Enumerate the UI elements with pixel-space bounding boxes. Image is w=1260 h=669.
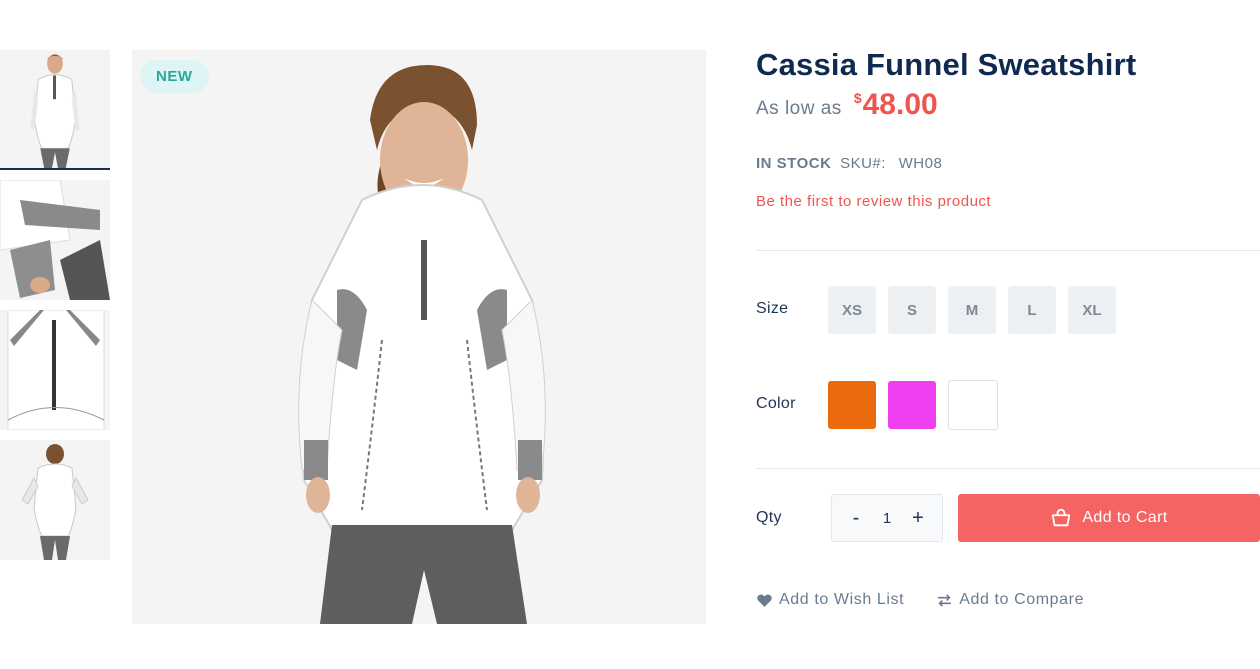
size-label: Size xyxy=(756,300,789,317)
size-option-s[interactable]: S xyxy=(888,286,936,334)
heart-icon xyxy=(757,593,772,607)
shopping-basket-icon xyxy=(1052,508,1071,527)
currency-symbol: $ xyxy=(853,90,862,106)
sku-value: WH08 xyxy=(898,155,943,172)
compare-label: Add to Compare xyxy=(959,591,1085,608)
color-options xyxy=(828,380,998,430)
thumbnail-back[interactable] xyxy=(0,440,110,560)
thumbnail-gallery xyxy=(0,50,110,570)
size-option-xs[interactable]: XS xyxy=(828,286,876,334)
main-product-image[interactable]: NEW xyxy=(132,50,706,624)
add-to-wishlist-link[interactable]: Add to Wish List xyxy=(756,591,904,609)
qty-increase-button[interactable]: + xyxy=(908,507,928,530)
product-title: Cassia Funnel Sweatshirt xyxy=(756,47,1137,82)
color-swatch-orange[interactable] xyxy=(828,381,876,429)
divider xyxy=(756,250,1260,251)
new-badge: NEW xyxy=(140,60,209,93)
size-option-xl[interactable]: XL xyxy=(1068,286,1116,334)
product-zipper-detail-thumbnail-image xyxy=(0,310,110,430)
size-option-m[interactable]: M xyxy=(948,286,996,334)
qty-decrease-button[interactable]: - xyxy=(846,507,866,530)
thumbnail-zipper[interactable] xyxy=(0,310,110,430)
qty-input[interactable] xyxy=(872,509,902,527)
product-back-thumbnail-image xyxy=(0,440,110,560)
size-option-l[interactable]: L xyxy=(1008,286,1056,334)
price-prefix: As low as xyxy=(756,98,842,119)
product-actions: Add to Wish List Add to Compare xyxy=(756,591,1084,609)
review-link[interactable]: Be the first to review this product xyxy=(756,193,991,210)
quantity-stepper: - + xyxy=(831,494,943,542)
product-front-thumbnail-image xyxy=(0,50,110,168)
stock-status: IN STOCK xyxy=(756,155,832,172)
add-to-cart-label: Add to Cart xyxy=(1082,509,1168,526)
thumbnail-front[interactable] xyxy=(0,50,110,170)
price-row: As low as $ 48.00 xyxy=(756,88,938,122)
thumbnail-sleeve[interactable] xyxy=(0,180,110,300)
divider xyxy=(756,468,1260,469)
qty-label: Qty xyxy=(756,509,782,526)
size-options: XS S M L XL xyxy=(828,286,1116,334)
product-photo xyxy=(132,50,706,624)
add-to-cart-button[interactable]: Add to Cart xyxy=(958,494,1260,542)
add-to-compare-link[interactable]: Add to Compare xyxy=(936,591,1084,609)
sku-label: SKU#: xyxy=(840,155,886,172)
compare-arrows-icon xyxy=(938,593,952,607)
product-sleeve-detail-thumbnail-image xyxy=(0,180,110,300)
color-label: Color xyxy=(756,395,796,412)
color-swatch-purple[interactable] xyxy=(888,381,936,429)
stock-sku-row: IN STOCK SKU#: WH08 xyxy=(756,155,942,172)
wishlist-label: Add to Wish List xyxy=(779,591,905,608)
product-price: 48.00 xyxy=(862,88,938,121)
color-swatch-white[interactable] xyxy=(948,380,998,430)
